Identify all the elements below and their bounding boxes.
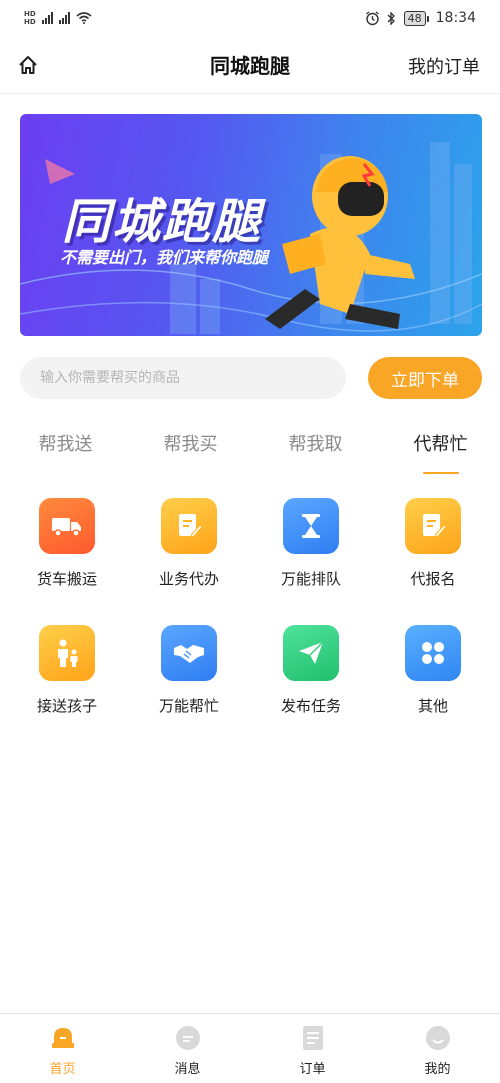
hourglass-icon	[283, 498, 339, 554]
service-grid: 货车搬运 业务代办 万能排队 代报名 接送孩子 万能帮忙 发布任务 其他	[6, 498, 494, 716]
nav-messages[interactable]: 消息	[125, 1014, 250, 1083]
network-label-1: HD	[24, 10, 36, 18]
bluetooth-icon	[387, 10, 395, 26]
nav-orders[interactable]: 订单	[250, 1014, 375, 1083]
app-header: 同城跑腿 我的订单	[0, 36, 500, 94]
signal-icon	[41, 12, 53, 24]
nav-label: 订单	[299, 1062, 326, 1077]
tab-buy[interactable]: 帮我买	[131, 430, 250, 476]
promo-banner[interactable]: 同城跑腿 不需要出门，我们来帮你跑腿	[20, 114, 482, 336]
nav-home[interactable]: 首页	[0, 1014, 125, 1083]
order-list-icon	[299, 1024, 327, 1052]
service-label: 万能排队	[280, 570, 341, 588]
service-general-help[interactable]: 万能帮忙	[128, 625, 250, 716]
tab-label: 帮我送	[38, 434, 93, 455]
signal-icon	[58, 12, 70, 24]
nav-label: 首页	[49, 1062, 76, 1077]
service-label: 万能帮忙	[158, 697, 219, 715]
service-truck-moving[interactable]: 货车搬运	[6, 498, 128, 589]
status-right: 48 18:34	[365, 10, 476, 26]
service-label: 代报名	[410, 570, 456, 588]
service-publish-task[interactable]: 发布任务	[250, 625, 372, 716]
message-icon	[174, 1024, 202, 1052]
my-orders-link[interactable]: 我的订单	[408, 53, 480, 79]
home-icon	[19, 56, 37, 74]
alarm-icon	[365, 10, 379, 25]
tab-help[interactable]: 代帮忙	[381, 430, 500, 476]
service-label: 业务代办	[158, 570, 219, 588]
courier-illustration	[265, 156, 415, 329]
service-label: 货车搬运	[36, 570, 97, 588]
active-tab-underline	[422, 472, 459, 474]
service-business-agent[interactable]: 业务代办	[128, 498, 250, 589]
tab-send[interactable]: 帮我送	[6, 430, 125, 476]
status-left: HD HD	[24, 10, 92, 26]
paper-plane-icon	[283, 625, 339, 681]
nav-profile[interactable]: 我的	[375, 1014, 500, 1083]
grid-dots-icon	[405, 625, 461, 681]
document-edit-icon	[161, 498, 217, 554]
service-label: 发布任务	[280, 697, 341, 715]
nav-label: 我的	[424, 1062, 451, 1077]
banner-title: 同城跑腿	[62, 194, 263, 250]
service-registration[interactable]: 代报名	[372, 498, 494, 589]
profile-icon	[424, 1024, 452, 1052]
handshake-icon	[161, 625, 217, 681]
service-other[interactable]: 其他	[372, 625, 494, 716]
service-child-pickup[interactable]: 接送孩子	[6, 625, 128, 716]
search-input[interactable]	[20, 357, 346, 399]
parent-child-icon	[39, 625, 95, 681]
order-now-button[interactable]: 立即下单	[368, 357, 482, 399]
home-button[interactable]	[14, 51, 42, 79]
service-queueing[interactable]: 万能排队	[250, 498, 372, 589]
home-bell-icon	[49, 1024, 77, 1052]
tab-label: 帮我取	[288, 434, 343, 455]
document-edit-icon	[405, 498, 461, 554]
page-title: 同城跑腿	[210, 54, 290, 78]
bottom-nav: 首页 消息 订单 我的	[0, 1013, 500, 1083]
tab-label: 代帮忙	[413, 434, 468, 455]
tab-label: 帮我买	[163, 434, 218, 455]
status-bar: HD HD 48 18:34	[0, 0, 500, 36]
nav-label: 消息	[174, 1062, 201, 1077]
banner-subtitle: 不需要出门，我们来帮你跑腿	[60, 248, 269, 267]
tab-pickup[interactable]: 帮我取	[256, 430, 375, 476]
network-badge: HD HD	[24, 10, 36, 26]
network-label-2: HD	[24, 18, 36, 26]
wifi-icon	[76, 12, 92, 24]
battery-icon: 48	[403, 10, 429, 26]
service-label: 其他	[417, 697, 448, 715]
status-time: 18:34	[435, 10, 476, 26]
service-label: 接送孩子	[36, 697, 97, 715]
truck-icon	[39, 498, 95, 554]
service-tabs: 帮我送 帮我买 帮我取 代帮忙	[0, 430, 500, 476]
